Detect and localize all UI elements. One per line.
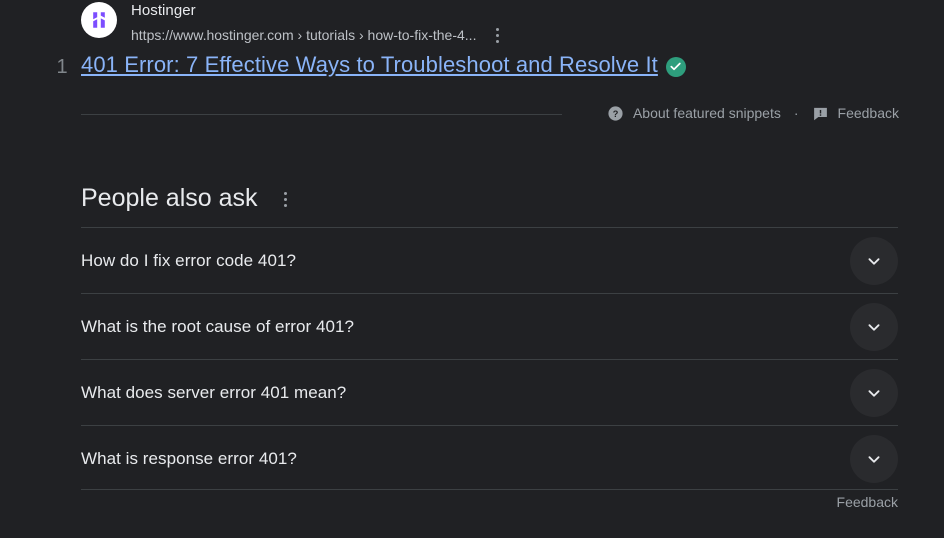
result-rank-number: 1 — [56, 56, 68, 78]
question-text: What is response error 401? — [81, 448, 297, 468]
source-site-name: Hostinger — [131, 2, 196, 19]
list-item[interactable]: What does server error 401 mean? — [81, 360, 898, 425]
result-title-row: 401 Error: 7 Effective Ways to Troublesh… — [81, 50, 686, 80]
people-also-ask-menu-icon[interactable] — [273, 187, 299, 213]
source-url-row: https://www.hostinger.com › tutorials › … — [131, 22, 510, 48]
kebab-dot — [495, 39, 499, 43]
chevron-down-icon[interactable] — [850, 368, 898, 417]
chevron-down-icon[interactable] — [850, 302, 898, 351]
snippet-feedback-link[interactable]: Feedback — [812, 103, 899, 123]
chevron-down-icon[interactable] — [850, 434, 898, 483]
feedback-label: Feedback — [836, 494, 898, 510]
people-also-ask-list: How do I fix error code 401? What is the… — [81, 227, 898, 491]
svg-text:?: ? — [613, 108, 619, 118]
list-item[interactable]: What is the root cause of error 401? — [81, 294, 898, 359]
hostinger-logo-icon — [81, 2, 117, 38]
people-also-ask-header: People also ask — [81, 181, 299, 215]
kebab-dot — [284, 204, 288, 207]
question-text: How do I fix error code 401? — [81, 250, 296, 270]
footer-separator: · — [793, 105, 799, 121]
kebab-dot — [284, 192, 288, 195]
kebab-dot — [495, 27, 499, 31]
footer-divider — [81, 489, 898, 490]
kebab-dot — [284, 198, 288, 201]
snippet-feedback-label: Feedback — [837, 105, 899, 121]
result-title-link[interactable]: 401 Error: 7 Effective Ways to Troublesh… — [81, 50, 658, 80]
verified-check-icon — [665, 56, 686, 77]
featured-snippet-source[interactable]: Hostinger https://www.hostinger.com › tu… — [81, 0, 510, 48]
people-also-ask-feedback-link[interactable]: Feedback — [81, 492, 898, 512]
question-mark-circle-icon: ? — [607, 105, 624, 122]
about-featured-snippets-link[interactable]: ? About featured snippets — [607, 103, 781, 123]
feedback-flag-icon — [812, 105, 829, 122]
snippet-divider — [81, 114, 562, 115]
about-featured-snippets-label: About featured snippets — [632, 105, 781, 121]
search-results-page: Hostinger https://www.hostinger.com › tu… — [0, 0, 944, 538]
kebab-menu-icon[interactable] — [484, 22, 510, 48]
list-item[interactable]: How do I fix error code 401? — [81, 228, 898, 293]
source-breadcrumb-url: https://www.hostinger.com › tutorials › … — [131, 27, 477, 43]
kebab-dot — [495, 33, 499, 37]
source-text-group: Hostinger https://www.hostinger.com › tu… — [131, 0, 510, 48]
question-text: What is the root cause of error 401? — [81, 316, 354, 336]
list-item[interactable]: What is response error 401? — [81, 426, 898, 491]
chevron-down-icon[interactable] — [850, 236, 898, 285]
question-text: What does server error 401 mean? — [81, 382, 347, 402]
people-also-ask-title: People also ask — [81, 184, 258, 212]
people-also-ask-footer: Feedback — [81, 489, 898, 512]
snippet-footer: ? About featured snippets · Feedback — [607, 102, 899, 124]
